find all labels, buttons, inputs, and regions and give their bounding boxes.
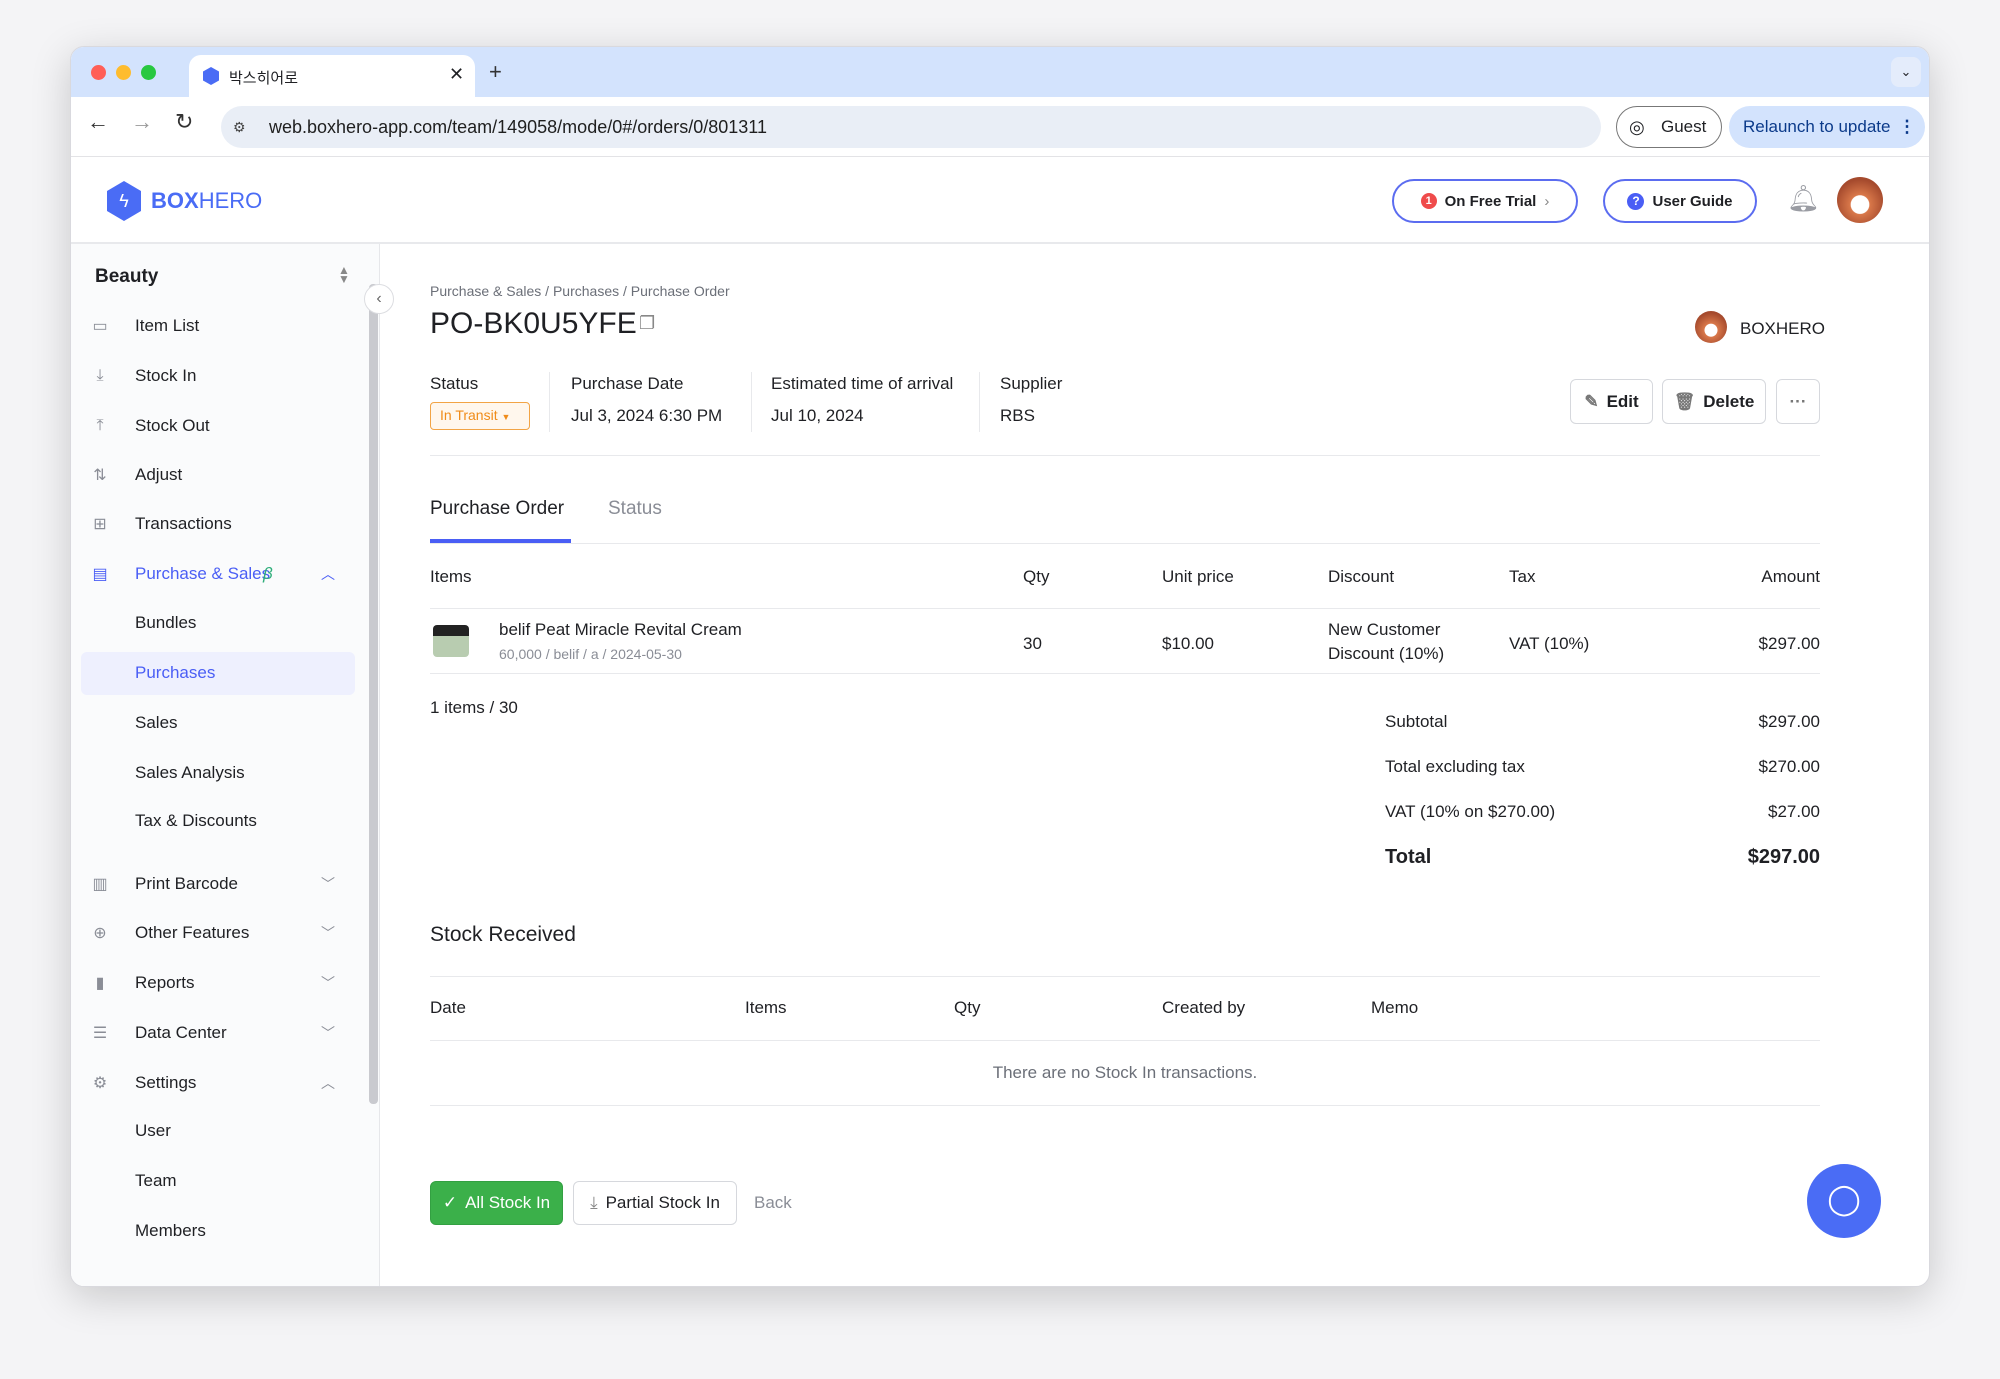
breadcrumb: Purchase & Sales / Purchases / Purchase … (430, 283, 730, 299)
breadcrumb-purchase-sales[interactable]: Purchase & Sales (430, 283, 541, 299)
item-unit-price: $10.00 (1162, 634, 1214, 653)
item-meta: 60,000 / belif / a / 2024-05-30 (499, 646, 682, 662)
vat-label: VAT (10% on $270.00) (1385, 802, 1556, 821)
col-header: Date (430, 998, 466, 1017)
col-header: Qty (954, 998, 981, 1017)
back-link[interactable]: Back (754, 1193, 792, 1213)
status-value: In Transit (440, 407, 498, 423)
subtotal-value: $297.00 (1758, 712, 1820, 731)
item-qty: 30 (1023, 634, 1042, 653)
col-header: Qty (1023, 567, 1050, 586)
total-label: Total (1385, 846, 1432, 868)
total-value: $297.00 (1747, 846, 1820, 868)
chat-bubble-icon: ◯ (1827, 1183, 1861, 1216)
main-content: Purchase & Sales / Purchases / Purchase … (71, 47, 1929, 1286)
status-label: Status (430, 374, 479, 393)
divider (430, 608, 1820, 609)
tab-status[interactable]: Status (608, 498, 662, 520)
partial-stock-in-button[interactable]: ⤓ Partial Stock In (573, 1181, 737, 1225)
total-excl-tax-label: Total excluding tax (1385, 757, 1525, 776)
divider (430, 543, 1820, 544)
partial-stock-in-label: Partial Stock In (605, 1193, 720, 1212)
more-horizontal-icon: ··· (1789, 391, 1807, 411)
product-thumbnail (433, 625, 469, 657)
divider (751, 372, 752, 432)
divider (979, 372, 980, 432)
chat-support-button[interactable]: ◯ (1807, 1164, 1881, 1238)
edit-label: Edit (1606, 391, 1639, 411)
delete-button[interactable]: 🗑︎ Delete (1662, 379, 1766, 424)
vat-value: $27.00 (1768, 802, 1820, 821)
page-title: PO-BK0U5YFE (430, 307, 637, 340)
supplier-label: Supplier (1000, 374, 1063, 393)
col-header: Unit price (1162, 567, 1234, 586)
supplier-value: RBS (1000, 406, 1035, 425)
col-header: Created by (1162, 998, 1246, 1017)
divider (549, 372, 550, 432)
browser-window: 박스히어로 ✕ + ⌄ ← → ↻ ⚙ web.boxhero-app.com/… (70, 46, 1930, 1287)
item-tax: VAT (10%) (1509, 634, 1590, 653)
item-discount: New Customer (1328, 620, 1441, 639)
caret-down-icon: ▼ (501, 412, 511, 422)
more-options-button[interactable]: ··· (1776, 379, 1820, 424)
col-header: Items (430, 567, 472, 586)
stock-received-heading: Stock Received (430, 923, 576, 946)
breadcrumb-purchases[interactable]: Purchases (553, 283, 619, 299)
col-header: Memo (1371, 998, 1419, 1017)
purchase-date-value: Jul 3, 2024 6:30 PM (571, 406, 723, 425)
tab-purchase-order[interactable]: Purchase Order (430, 498, 564, 520)
breadcrumb-current: Purchase Order (630, 283, 730, 299)
copy-icon[interactable]: ❐ (639, 313, 655, 334)
download-arrow-icon: ⤓ (590, 1193, 598, 1212)
divider (430, 455, 1820, 456)
subtotal-label: Subtotal (1385, 712, 1448, 731)
items-count: 1 items / 30 (430, 698, 518, 717)
divider (430, 1105, 1820, 1106)
status-dropdown[interactable]: In Transit ▼ (430, 402, 530, 430)
check-icon: ✓ (442, 1193, 458, 1212)
item-discount: Discount (10%) (1328, 644, 1445, 663)
owner-avatar (1695, 311, 1727, 343)
col-header: Items (745, 998, 787, 1017)
item-amount: $297.00 (1758, 634, 1820, 653)
eta-value: Jul 10, 2024 (771, 406, 864, 425)
all-stock-in-label: All Stock In (465, 1193, 551, 1212)
owner-name: BOXHERO (1740, 319, 1826, 338)
purchase-date-label: Purchase Date (571, 374, 684, 393)
col-header: Tax (1509, 567, 1536, 586)
eta-label: Estimated time of arrival (771, 374, 954, 393)
divider (430, 673, 1820, 674)
pencil-icon: ✎ (1584, 391, 1599, 411)
empty-state-message: There are no Stock In transactions. (992, 1063, 1258, 1082)
divider (430, 976, 1820, 977)
all-stock-in-button[interactable]: ✓ All Stock In (430, 1181, 563, 1225)
delete-label: Delete (1703, 391, 1755, 411)
item-name[interactable]: belif Peat Miracle Revital Cream (499, 620, 742, 640)
col-header: Discount (1328, 567, 1395, 586)
total-excl-tax-value: $270.00 (1758, 757, 1820, 776)
trash-icon: 🗑︎ (1673, 391, 1696, 411)
col-header: Amount (1761, 567, 1820, 586)
divider (430, 1040, 1820, 1041)
edit-button[interactable]: ✎ Edit (1570, 379, 1653, 424)
